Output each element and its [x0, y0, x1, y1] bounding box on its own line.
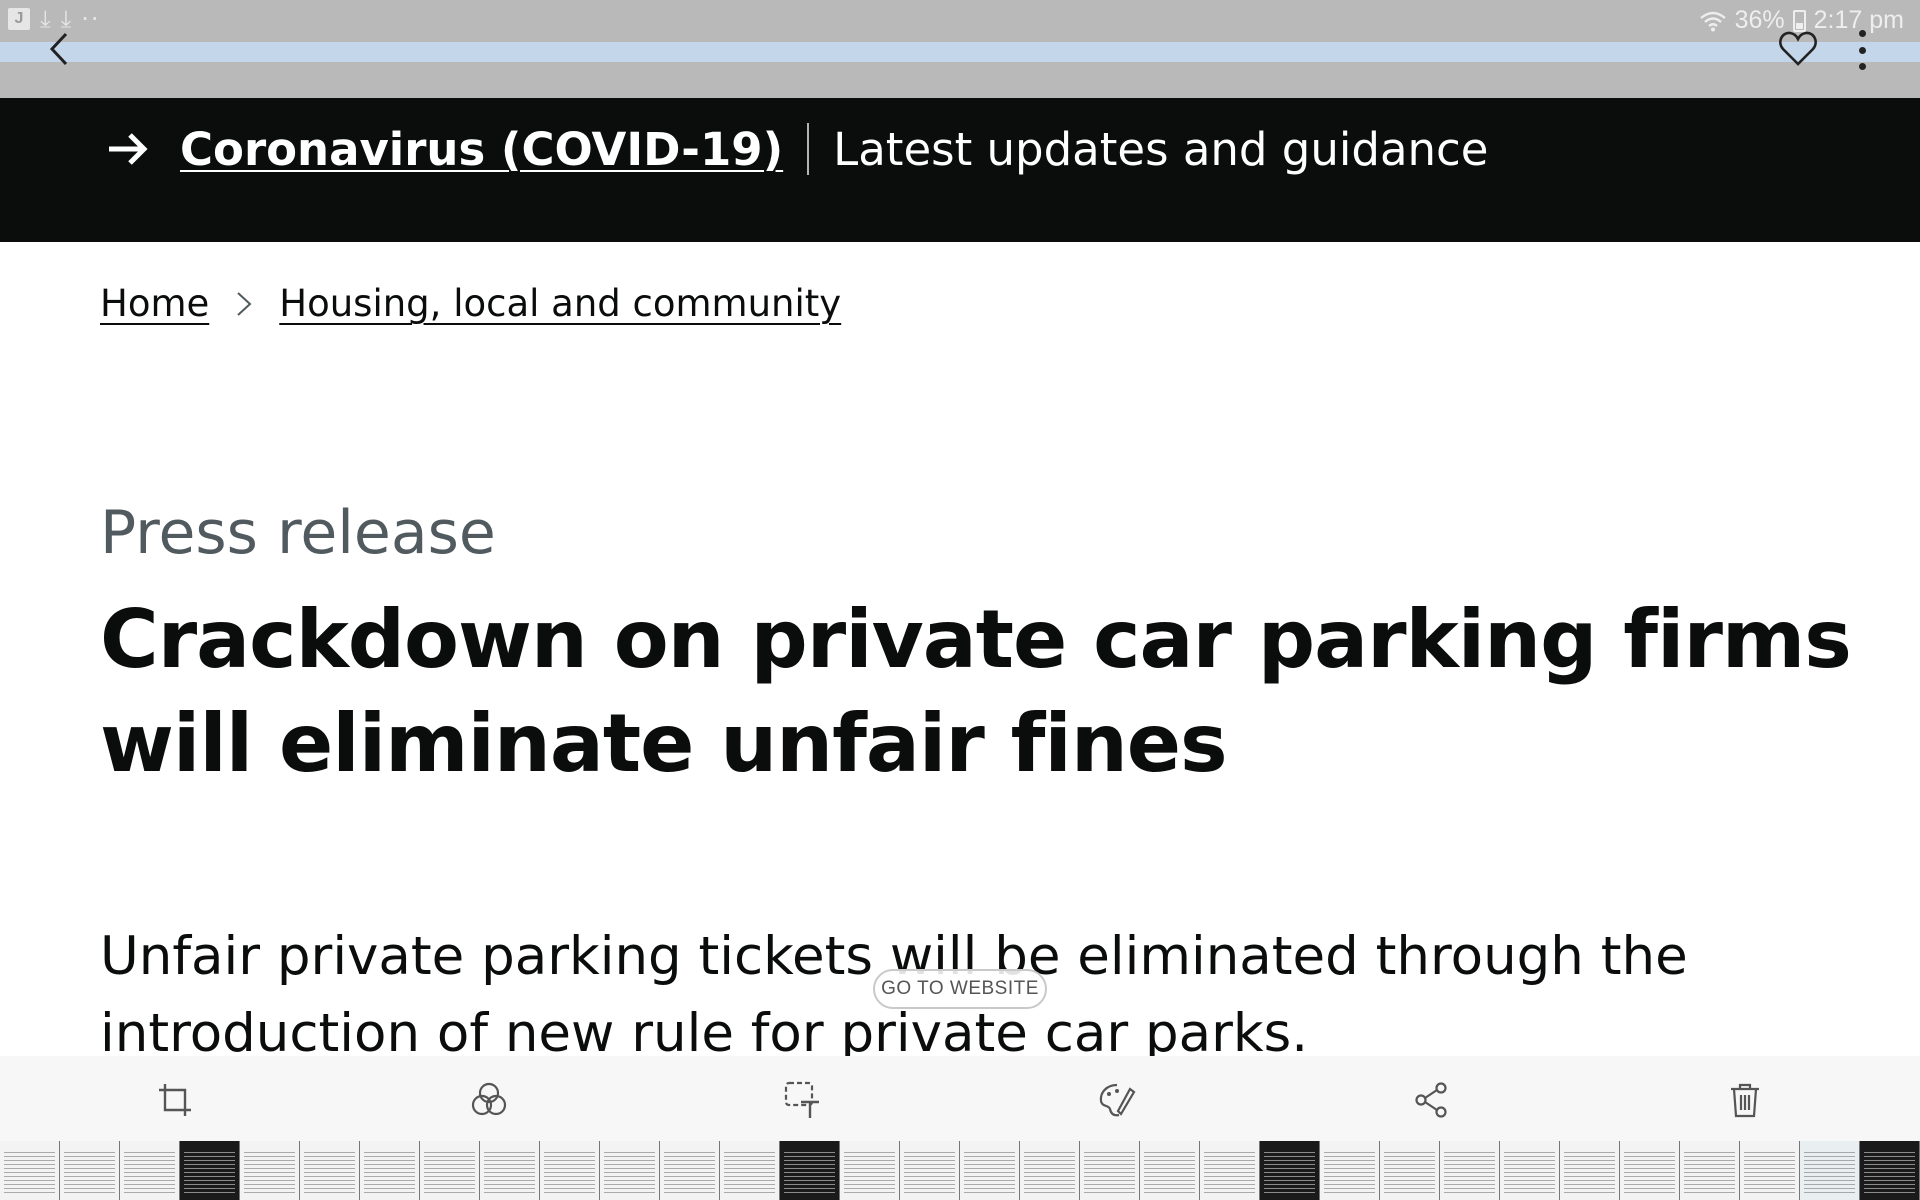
thumbnail-item[interactable] — [1620, 1141, 1680, 1200]
page-title: Crackdown on private car parking firms w… — [100, 593, 1852, 790]
thumbnail-item[interactable] — [1020, 1141, 1080, 1200]
thumbnail-item[interactable] — [600, 1141, 660, 1200]
heart-icon[interactable] — [1778, 30, 1818, 68]
covid-banner: Coronavirus (COVID-19) Latest updates an… — [0, 98, 1920, 242]
more-dots-icon: ·· — [81, 5, 101, 33]
bottom-toolbar — [0, 1056, 1920, 1144]
paint-icon[interactable] — [1097, 1080, 1137, 1120]
thumbnail-item[interactable] — [1140, 1141, 1200, 1200]
thumbnail-item[interactable] — [840, 1141, 900, 1200]
go-to-website-button[interactable]: GO TO WEBSITE — [873, 969, 1047, 1009]
thumbnail-item[interactable] — [240, 1141, 300, 1200]
banner-divider — [807, 123, 810, 175]
back-icon[interactable] — [42, 26, 76, 72]
notification-app-icon: J — [8, 8, 30, 30]
wifi-icon — [1699, 11, 1726, 31]
share-icon[interactable] — [1411, 1080, 1451, 1120]
thumbnail-item[interactable] — [1560, 1141, 1620, 1200]
thumbnail-item[interactable] — [1740, 1141, 1800, 1200]
thumbnail-item[interactable] — [660, 1141, 720, 1200]
trash-icon[interactable] — [1725, 1080, 1765, 1120]
thumbnail-item[interactable] — [60, 1141, 120, 1200]
thumbnail-item[interactable] — [1500, 1141, 1560, 1200]
page-load-bar — [0, 42, 1920, 62]
thumbnail-item[interactable] — [1200, 1141, 1260, 1200]
thumbnail-item[interactable] — [1440, 1141, 1500, 1200]
text-extract-icon[interactable] — [783, 1080, 823, 1120]
thumbnail-item[interactable] — [300, 1141, 360, 1200]
thumbnail-item[interactable] — [1320, 1141, 1380, 1200]
covid-link[interactable]: Coronavirus (COVID-19) — [180, 123, 783, 176]
breadcrumb-housing[interactable]: Housing, local and community — [279, 282, 841, 325]
thumbnail-item[interactable] — [420, 1141, 480, 1200]
thumbnail-item[interactable] — [0, 1141, 60, 1200]
thumbnail-item[interactable] — [120, 1141, 180, 1200]
thumbnail-item[interactable] — [960, 1141, 1020, 1200]
thumbnail-item[interactable] — [360, 1141, 420, 1200]
filter-icon[interactable] — [469, 1080, 509, 1120]
breadcrumb: Home Housing, local and community — [100, 282, 841, 325]
crop-rotate-icon[interactable] — [155, 1080, 195, 1120]
status-bar: J ⤓ ⤓ ·· 36% 2:17 pm — [0, 0, 1920, 42]
browser-toolbar — [0, 62, 1920, 98]
thumbnail-item[interactable] — [1260, 1141, 1320, 1200]
thumbnail-item[interactable] — [1080, 1141, 1140, 1200]
thumbnail-item[interactable] — [1680, 1141, 1740, 1200]
thumbnail-item[interactable] — [480, 1141, 540, 1200]
thumbnail-item[interactable] — [720, 1141, 780, 1200]
breadcrumb-home[interactable]: Home — [100, 282, 209, 325]
thumbnail-item[interactable] — [780, 1141, 840, 1200]
more-vertical-icon[interactable] — [1852, 30, 1872, 70]
thumbnail-item[interactable] — [180, 1141, 240, 1200]
thumbnail-item[interactable] — [1800, 1141, 1860, 1200]
arrow-right-icon — [109, 133, 148, 165]
thumbnail-item[interactable] — [1860, 1141, 1920, 1200]
thumbnail-item[interactable] — [900, 1141, 960, 1200]
banner-text: Latest updates and guidance — [833, 122, 1489, 176]
thumbnail-item[interactable] — [540, 1141, 600, 1200]
page-caption: Press release — [100, 498, 496, 568]
chevron-right-icon — [237, 291, 252, 316]
thumbnail-item[interactable] — [1380, 1141, 1440, 1200]
battery-icon — [1792, 9, 1806, 32]
thumbnail-strip[interactable] — [0, 1141, 1920, 1200]
